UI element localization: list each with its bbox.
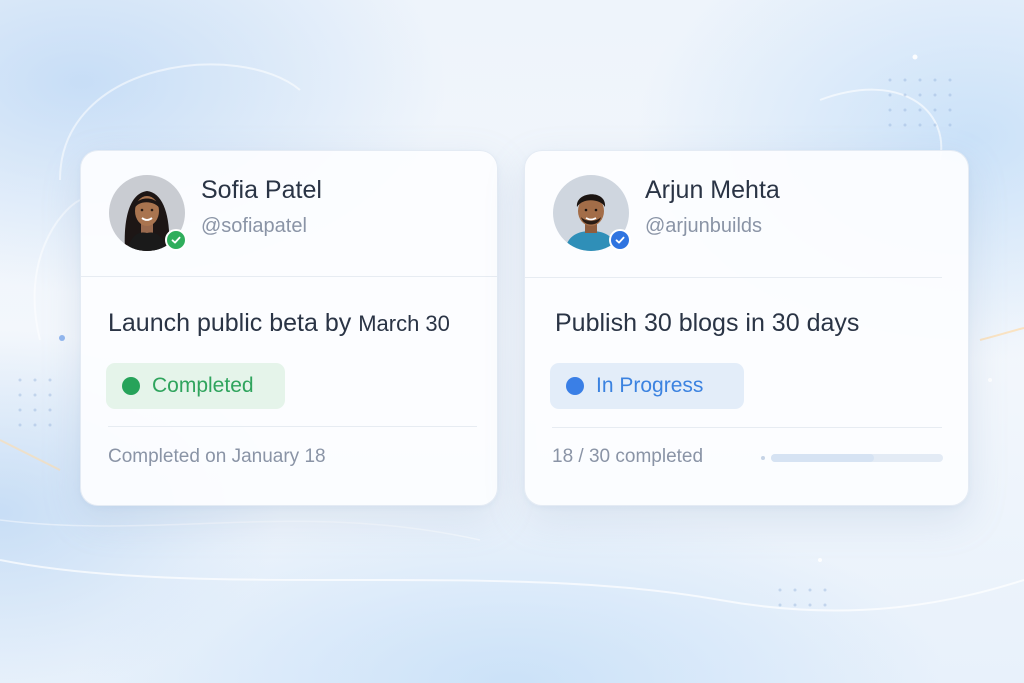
goal-text: Launch public beta by bbox=[108, 309, 359, 337]
status-dot-icon bbox=[566, 377, 584, 395]
status-label: In Progress bbox=[596, 374, 704, 397]
user-name[interactable]: Arjun Mehta bbox=[645, 176, 780, 205]
goal-card-sofia[interactable]: Sofia Patel @sofiapatel Launch public be… bbox=[80, 150, 498, 506]
goal-title: Publish 30 blogs in 30 days bbox=[555, 309, 860, 337]
status-label: Completed bbox=[152, 374, 254, 397]
progress-start-marker bbox=[761, 456, 765, 460]
avatar[interactable] bbox=[109, 175, 187, 251]
divider bbox=[552, 427, 942, 428]
user-handle[interactable]: @arjunbuilds bbox=[645, 215, 762, 238]
user-handle[interactable]: @sofiapatel bbox=[201, 215, 307, 238]
goal-date: March 30 bbox=[358, 311, 450, 336]
goal-title: Launch public beta by March 30 bbox=[108, 309, 450, 338]
progress-text: 18 / 30 completed bbox=[552, 446, 704, 467]
avatar[interactable] bbox=[553, 175, 631, 251]
verified-check-icon bbox=[609, 229, 631, 251]
goal-card-arjun[interactable]: Arjun Mehta @arjunbuilds Publish 30 blog… bbox=[524, 150, 969, 506]
completion-date: Completed on January 18 bbox=[108, 446, 326, 467]
divider bbox=[81, 276, 497, 277]
progress-fill bbox=[771, 454, 875, 462]
divider bbox=[525, 277, 942, 278]
progress-bar bbox=[771, 454, 943, 462]
status-dot-icon bbox=[122, 377, 140, 395]
user-name[interactable]: Sofia Patel bbox=[201, 176, 322, 205]
divider bbox=[108, 426, 477, 427]
status-badge: Completed bbox=[106, 363, 285, 409]
verified-check-icon bbox=[165, 229, 187, 251]
status-badge: In Progress bbox=[550, 363, 744, 409]
